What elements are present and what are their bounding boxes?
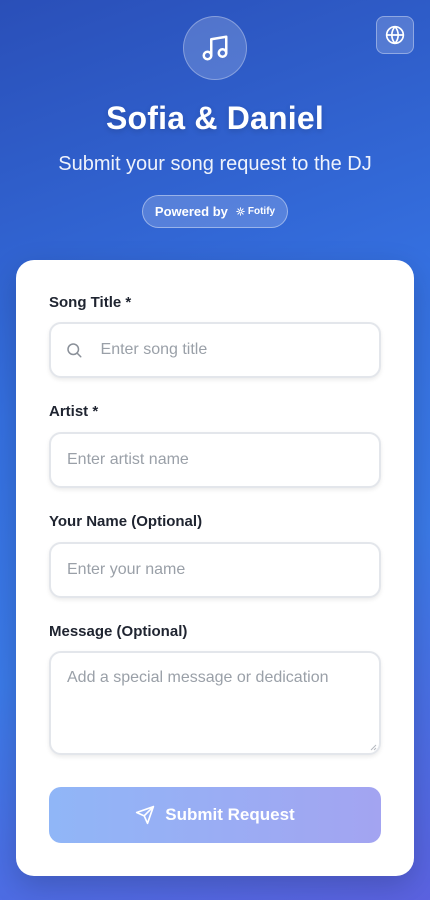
page-title: Sofia & Daniel <box>106 100 324 136</box>
song-title-label: Song Title * <box>49 294 132 311</box>
message-field[interactable] <box>49 651 381 755</box>
search-icon-wrap <box>65 341 85 359</box>
sparkle-icon <box>236 207 245 216</box>
submit-request-button[interactable]: Submit Request <box>49 787 381 843</box>
music-note-icon <box>202 35 228 61</box>
artist-label: Artist * <box>49 403 99 420</box>
language-button[interactable] <box>376 16 414 54</box>
song-title-input[interactable] <box>100 341 379 359</box>
globe-icon <box>385 25 405 45</box>
brand-name: Fotify <box>247 206 276 217</box>
your-name-label: Your Name (Optional) <box>49 513 203 530</box>
music-logo <box>183 16 247 80</box>
brand-logo: Fotify <box>236 206 275 217</box>
artist-input[interactable] <box>67 451 379 469</box>
your-name-field[interactable] <box>49 542 381 598</box>
powered-by-label: Powered by <box>154 204 228 219</box>
resize-handle-icon[interactable] <box>369 743 377 751</box>
submit-request-label: Submit Request <box>165 805 295 824</box>
song-title-field[interactable] <box>49 322 381 378</box>
page-subtitle: Submit your song request to the DJ <box>58 153 372 175</box>
message-textarea[interactable] <box>67 669 379 739</box>
message-label: Message (Optional) <box>49 623 188 640</box>
request-form-card: Song Title * Artist * Your Name (Optiona… <box>16 260 414 876</box>
powered-by-badge[interactable]: Powered by Fotify <box>142 195 288 228</box>
send-icon <box>136 805 155 825</box>
artist-field[interactable] <box>49 432 381 488</box>
search-icon <box>67 343 82 358</box>
your-name-input[interactable] <box>67 561 379 579</box>
